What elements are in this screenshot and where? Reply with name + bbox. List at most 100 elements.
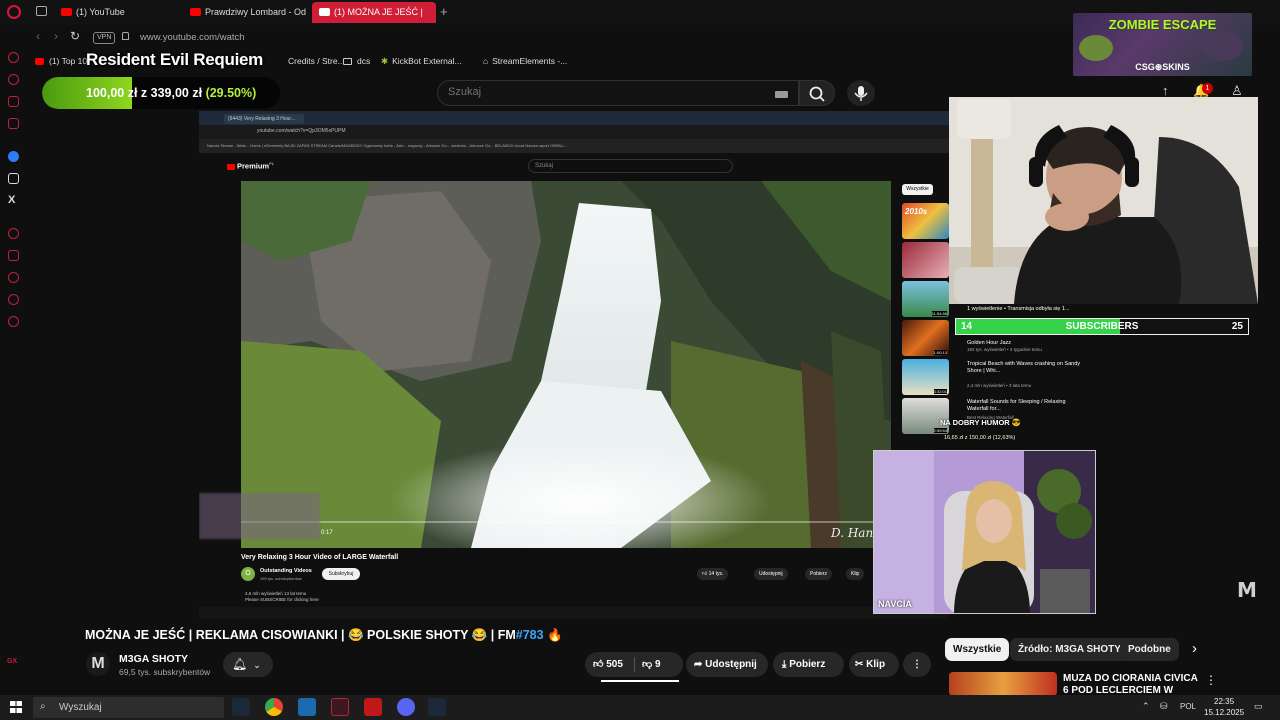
youtube-logo-icon — [227, 163, 235, 170]
tab-active-video[interactable]: (1) MOŻNA JE JEŚĆ | — [312, 2, 436, 23]
url-field[interactable]: www.youtube.com/watch — [140, 32, 245, 43]
back-icon[interactable]: ‹ — [36, 29, 40, 43]
tab-label: (1) MOŻNA JE JEŚĆ | — [334, 7, 423, 17]
voice-search-button[interactable] — [847, 80, 875, 106]
windows-start-icon[interactable] — [10, 701, 22, 713]
extensions-icon[interactable] — [8, 250, 19, 261]
upload-icon[interactable]: ↑ — [1162, 83, 1169, 98]
capture-tab: (9443) Very Relaxing 3 Hour... — [224, 114, 304, 124]
promo-art — [1203, 31, 1243, 61]
messenger-icon[interactable] — [8, 151, 19, 162]
app-icon[interactable] — [298, 698, 316, 716]
network-icon[interactable]: ⛁ — [1160, 701, 1168, 712]
lock-icon[interactable] — [122, 32, 129, 40]
thumbs-up-icon: 👍︎ — [702, 571, 709, 577]
bookmark-top10[interactable]: (1) Top 10 — [35, 56, 87, 66]
censored-area — [199, 493, 320, 539]
capture-video-title: Very Relaxing 3 Hour Video of LARGE Wate… — [241, 554, 399, 561]
tab-youtube[interactable]: (1) YouTube — [54, 2, 182, 23]
subscriber-goal-target: 25 — [1231, 321, 1243, 332]
tray-chevron-icon[interactable]: ⌃ — [1142, 701, 1150, 712]
messenger-gx-icon[interactable] — [8, 118, 19, 129]
language-indicator[interactable]: POL — [1180, 702, 1196, 711]
search-input[interactable] — [448, 86, 768, 98]
capture-description: 4,6 mln wyświetleń 13 lat temu Please SU… — [245, 591, 319, 602]
capture-thumb-3: 11:54:56 — [902, 281, 949, 317]
capture-share-button: Udostępnij — [754, 568, 788, 580]
bookmark-kickbot[interactable]: ✱ KickBot External... — [381, 56, 462, 67]
like-button[interactable]: 👍︎ 505 — [593, 652, 623, 677]
dislike-button[interactable]: 👎︎ 9 — [642, 652, 661, 677]
cohost-name: NAVCIA — [878, 599, 912, 609]
bookmark-streamelements[interactable]: ⌂ StreamElements -... — [483, 56, 567, 66]
chrome-app-icon[interactable] — [265, 698, 283, 716]
reload-icon[interactable]: ↻ — [70, 29, 80, 43]
opera-gx-app-icon[interactable] — [331, 698, 349, 716]
capture-like-button: 👍︎ 14 tys. — [697, 568, 729, 580]
forward-icon[interactable]: › — [54, 29, 58, 43]
x-twitter-icon[interactable]: X — [8, 194, 15, 206]
rail-item-2-meta: 192 tys. wyświetleń • 3 tygodnie temu — [967, 347, 1042, 352]
keyboard-icon[interactable] — [775, 91, 788, 98]
divider — [634, 657, 635, 672]
settings-icon[interactable] — [8, 316, 19, 327]
instagram-icon[interactable] — [8, 173, 19, 184]
capture-download-button: Pobierz — [805, 568, 832, 580]
voicemeeter-app-icon[interactable] — [364, 698, 382, 716]
gx-control-icon[interactable] — [8, 74, 19, 85]
recommendation-menu-icon[interactable]: ⋮ — [1205, 673, 1217, 687]
channel-name[interactable]: M3GA SHOTY — [119, 653, 188, 665]
speed-dial-icon[interactable] — [8, 52, 19, 63]
chip-source-channel[interactable]: Źródło: M3GA SHOTY — [1010, 638, 1129, 661]
search-box[interactable] — [437, 80, 799, 106]
bookmark-credits[interactable]: Credits / Stre... — [288, 56, 345, 66]
downloads-icon[interactable] — [8, 294, 19, 305]
scissors-icon: ✂ — [855, 659, 867, 670]
discord-app-icon[interactable] — [397, 698, 415, 716]
capture-bookmarks-row: Navcia Stream - Wats... Home | eDeeeeely… — [207, 143, 567, 148]
chevron-right-icon[interactable]: › — [1192, 640, 1197, 657]
webcam-streamer — [949, 97, 1258, 304]
new-tab-icon[interactable]: + — [440, 4, 448, 19]
twitch-icon[interactable] — [8, 96, 19, 107]
youtube-favicon-icon — [319, 8, 330, 16]
recommendation-title[interactable]: MUZA DO CIORANIA CIVICA 6 POD LECLERCIEM… — [1063, 673, 1203, 695]
video-hashtag[interactable]: #783 — [516, 628, 544, 642]
tab-snapshot-icon[interactable] — [36, 6, 47, 16]
clip-button[interactable]: ✂ Klip — [849, 652, 899, 677]
tab-label: (1) YouTube — [76, 7, 125, 17]
player-progress-bar[interactable] — [241, 521, 891, 523]
bankroll-widget: 100,00 zł z 339,00 zł (29.50%) — [42, 77, 280, 109]
tab-lombard[interactable]: Prawdziwy Lombard - Od — [183, 2, 309, 23]
channel-avatar[interactable]: M — [86, 652, 110, 676]
chip-related[interactable]: Podobne — [1120, 638, 1179, 661]
capture-thumb-4: 1:00:13 — [902, 320, 949, 356]
taskbar-search-label: Wyszukaj — [59, 702, 102, 713]
share-button[interactable]: ➦ Udostępnij — [686, 652, 768, 677]
music-player-icon[interactable] — [8, 228, 19, 239]
history-icon[interactable] — [8, 272, 19, 283]
search-button[interactable] — [799, 80, 835, 106]
promo-sponsor: CSG⊛SKINS — [1135, 62, 1190, 72]
steam-app-icon-2[interactable] — [428, 698, 446, 716]
capture-yt-logo: PremiumPL — [227, 161, 274, 171]
chevron-down-icon: ⌄ — [253, 660, 261, 670]
notification-center-icon[interactable]: ▭ — [1254, 701, 1263, 712]
donation-goal-title: NA DOBRY HUMOR 😎 — [940, 418, 1022, 427]
chip-all[interactable]: Wszystkie — [945, 638, 1010, 661]
more-icon: ⋮ — [912, 659, 922, 670]
vpn-badge[interactable]: VPN — [93, 32, 116, 44]
recommendation-thumbnail[interactable] — [949, 672, 1057, 696]
capture-thumb-1: 2010s — [902, 203, 949, 239]
subscription-bell-button[interactable]: 🔔︎ ⌄ — [223, 652, 273, 677]
video-player[interactable]: 0:17 D. Hans — [241, 181, 891, 548]
taskbar-clock[interactable]: 22:35 15.12.2025 — [1204, 696, 1244, 718]
taskbar-search[interactable]: ⌕ Wyszukaj — [33, 697, 224, 718]
opera-logo-icon[interactable] — [7, 5, 21, 19]
bookmark-dcs[interactable]: dcs — [343, 56, 370, 66]
download-button[interactable]: ⤓ Pobierz — [773, 652, 844, 677]
opera-sidebar: X GX — [0, 50, 27, 695]
like-underline — [601, 680, 679, 682]
more-actions-button[interactable]: ⋮ — [903, 652, 931, 677]
steam-app-icon[interactable] — [232, 698, 250, 716]
